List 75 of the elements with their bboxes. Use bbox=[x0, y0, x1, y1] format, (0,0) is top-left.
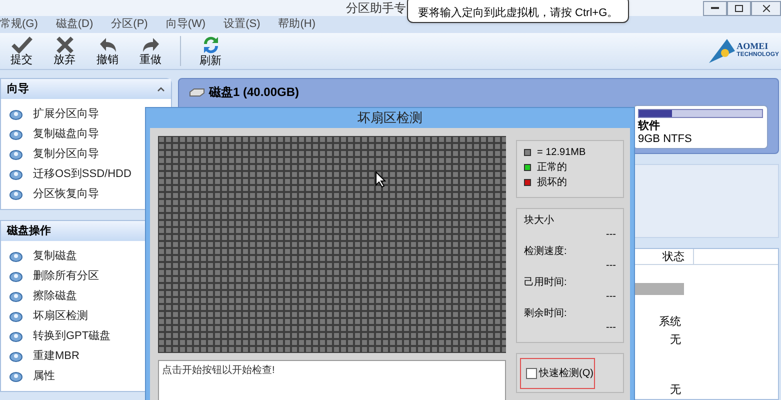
disk-title: 磁盘1 (40.00GB) bbox=[209, 84, 300, 101]
undo-arrow-icon bbox=[98, 36, 118, 54]
table-cell-text: 无 bbox=[669, 333, 681, 348]
stat-label: 剩余时间: bbox=[524, 306, 568, 320]
sidebar-item[interactable]: 分区恢复向导 bbox=[1, 186, 171, 202]
quick-check-checkbox[interactable]: 快速检测(Q) bbox=[520, 358, 595, 388]
maximize-icon bbox=[735, 4, 743, 12]
partition-card[interactable]: 软件 9GB NTFS bbox=[633, 105, 768, 149]
maximize-button[interactable] bbox=[727, 0, 751, 16]
menu-item[interactable]: 向导(W) bbox=[166, 16, 206, 33]
sidebar-item[interactable]: 转换到GPT磁盘 bbox=[1, 328, 171, 344]
disk-icon bbox=[9, 148, 23, 160]
menu-item[interactable]: 帮助(H) bbox=[278, 16, 316, 33]
dialog-title: 坏扇区检测 bbox=[358, 109, 422, 127]
disk-icon bbox=[9, 330, 23, 342]
close-icon bbox=[762, 4, 770, 12]
logo-name: AOMEI bbox=[736, 42, 770, 51]
toolbar-button[interactable]: 刷新 bbox=[189, 33, 232, 69]
disk-icon bbox=[9, 290, 23, 302]
toolbar-button[interactable]: 放弃 bbox=[43, 33, 86, 69]
legend-label: = 12.91MB bbox=[537, 146, 586, 160]
disk-icon bbox=[9, 350, 23, 362]
sidebar-item[interactable]: 复制磁盘 bbox=[1, 248, 171, 264]
cross-icon bbox=[56, 36, 74, 54]
redo-arrow-icon bbox=[140, 36, 160, 54]
menu-item[interactable]: 常规(G) bbox=[0, 16, 38, 33]
menu-item[interactable]: 磁盘(D) bbox=[56, 16, 94, 33]
logo-mark-icon bbox=[708, 39, 735, 63]
check-icon bbox=[10, 36, 32, 54]
disk-icon bbox=[9, 188, 23, 200]
stat-value: --- bbox=[606, 290, 616, 304]
disk-icon bbox=[9, 250, 23, 262]
sidebar-item[interactable]: 删除所有分区 bbox=[1, 268, 171, 284]
toolbar-button[interactable]: 撤销 bbox=[86, 33, 129, 69]
hard-drive-icon bbox=[189, 88, 205, 96]
tooltip: 要将输入定向到此虚拟机，请按 Ctrl+G。 bbox=[407, 0, 630, 23]
column-header[interactable]: 状态 bbox=[654, 249, 694, 264]
collapse-chevron-icon[interactable] bbox=[157, 86, 165, 92]
disk-icon bbox=[9, 270, 23, 282]
toolbar-button[interactable]: 重做 bbox=[129, 33, 172, 69]
disk-icon bbox=[9, 128, 23, 140]
partition-info: 9GB NTFS bbox=[638, 133, 693, 146]
section-title: 向导 bbox=[7, 82, 29, 97]
disk-icon bbox=[9, 370, 23, 382]
sidebar-item[interactable]: 坏扇区检测 bbox=[1, 308, 171, 324]
table-cell-text: 无 bbox=[669, 383, 681, 398]
stat-label: 块大小 bbox=[524, 214, 555, 228]
legend-label: 损坏的 bbox=[537, 176, 567, 190]
table-cell-text: 系统 bbox=[659, 314, 681, 330]
menu-item[interactable]: 设置(S) bbox=[224, 16, 260, 33]
stat-label: 己用时间: bbox=[524, 276, 568, 290]
minimize-button[interactable] bbox=[703, 0, 727, 16]
stat-label: 检测速度: bbox=[524, 244, 568, 258]
sidebar-item[interactable]: 擦除磁盘 bbox=[1, 288, 171, 304]
minimize-icon bbox=[711, 7, 719, 10]
window-title: 分区助手专 bbox=[346, 0, 406, 17]
sidebar-item[interactable]: 复制磁盘向导 bbox=[1, 126, 171, 142]
disk-icon bbox=[9, 310, 23, 322]
disk-icon bbox=[9, 168, 23, 180]
section-header[interactable]: 向导 bbox=[1, 79, 171, 99]
close-button[interactable] bbox=[751, 0, 781, 16]
stat-value: --- bbox=[606, 258, 616, 272]
sidebar-item[interactable]: 复制分区向导 bbox=[1, 146, 171, 162]
section-title: 磁盘操作 bbox=[7, 224, 51, 239]
sidebar-item[interactable]: 扩展分区向导 bbox=[1, 106, 171, 122]
menu-item[interactable]: 分区(P) bbox=[111, 16, 148, 33]
sidebar-item[interactable]: 迁移OS到SSD/HDD bbox=[1, 166, 171, 182]
legend-label: 正常的 bbox=[537, 160, 567, 175]
log-field: 点击开始按钮以开始检查! bbox=[158, 360, 506, 400]
cursor-icon bbox=[375, 170, 386, 188]
stat-value: --- bbox=[606, 228, 616, 242]
disk-icon bbox=[9, 108, 23, 120]
stat-value: --- bbox=[606, 320, 616, 334]
toolbar-button[interactable]: 提交 bbox=[0, 33, 43, 69]
partition-name: 软件 bbox=[638, 120, 661, 133]
